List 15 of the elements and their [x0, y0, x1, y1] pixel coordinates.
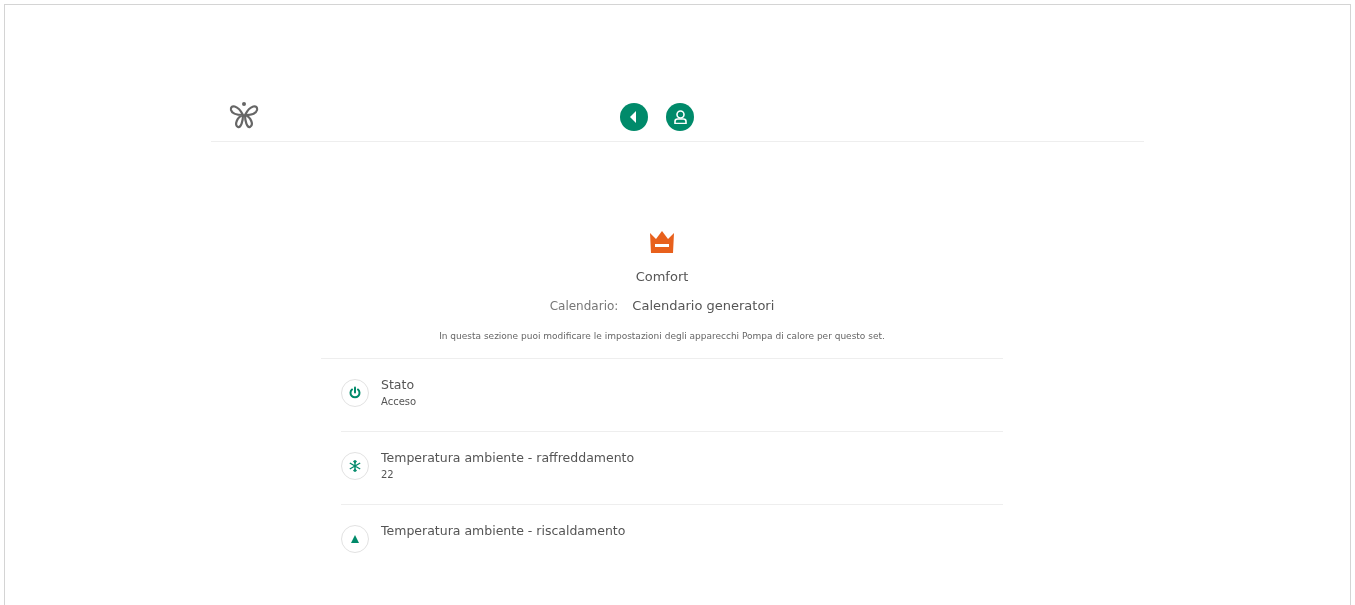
- section-description: In questa sezione puoi modificare le impostazioni degli apparecchi Pompa di calore per questo set.: [321, 331, 1003, 359]
- profile-button[interactable]: [666, 103, 694, 131]
- calendar-value: Calendario generatori: [632, 298, 775, 313]
- setting-title: Stato: [381, 377, 416, 392]
- setting-value: Acceso: [381, 396, 417, 407]
- setting-title: Temperatura ambiente - raffreddamento: [381, 450, 635, 465]
- user-icon: [673, 109, 687, 125]
- mode-name: Comfort: [635, 269, 689, 284]
- calendar-label: Calendario:: [549, 299, 619, 313]
- crown-icon: [648, 230, 676, 254]
- back-button[interactable]: [620, 103, 648, 131]
- setting-value: 22: [381, 469, 395, 480]
- butterfly-logo-icon: [228, 101, 260, 131]
- back-arrow-icon: [630, 111, 636, 123]
- setting-title: Temperatura ambiente - riscaldamento: [381, 523, 626, 538]
